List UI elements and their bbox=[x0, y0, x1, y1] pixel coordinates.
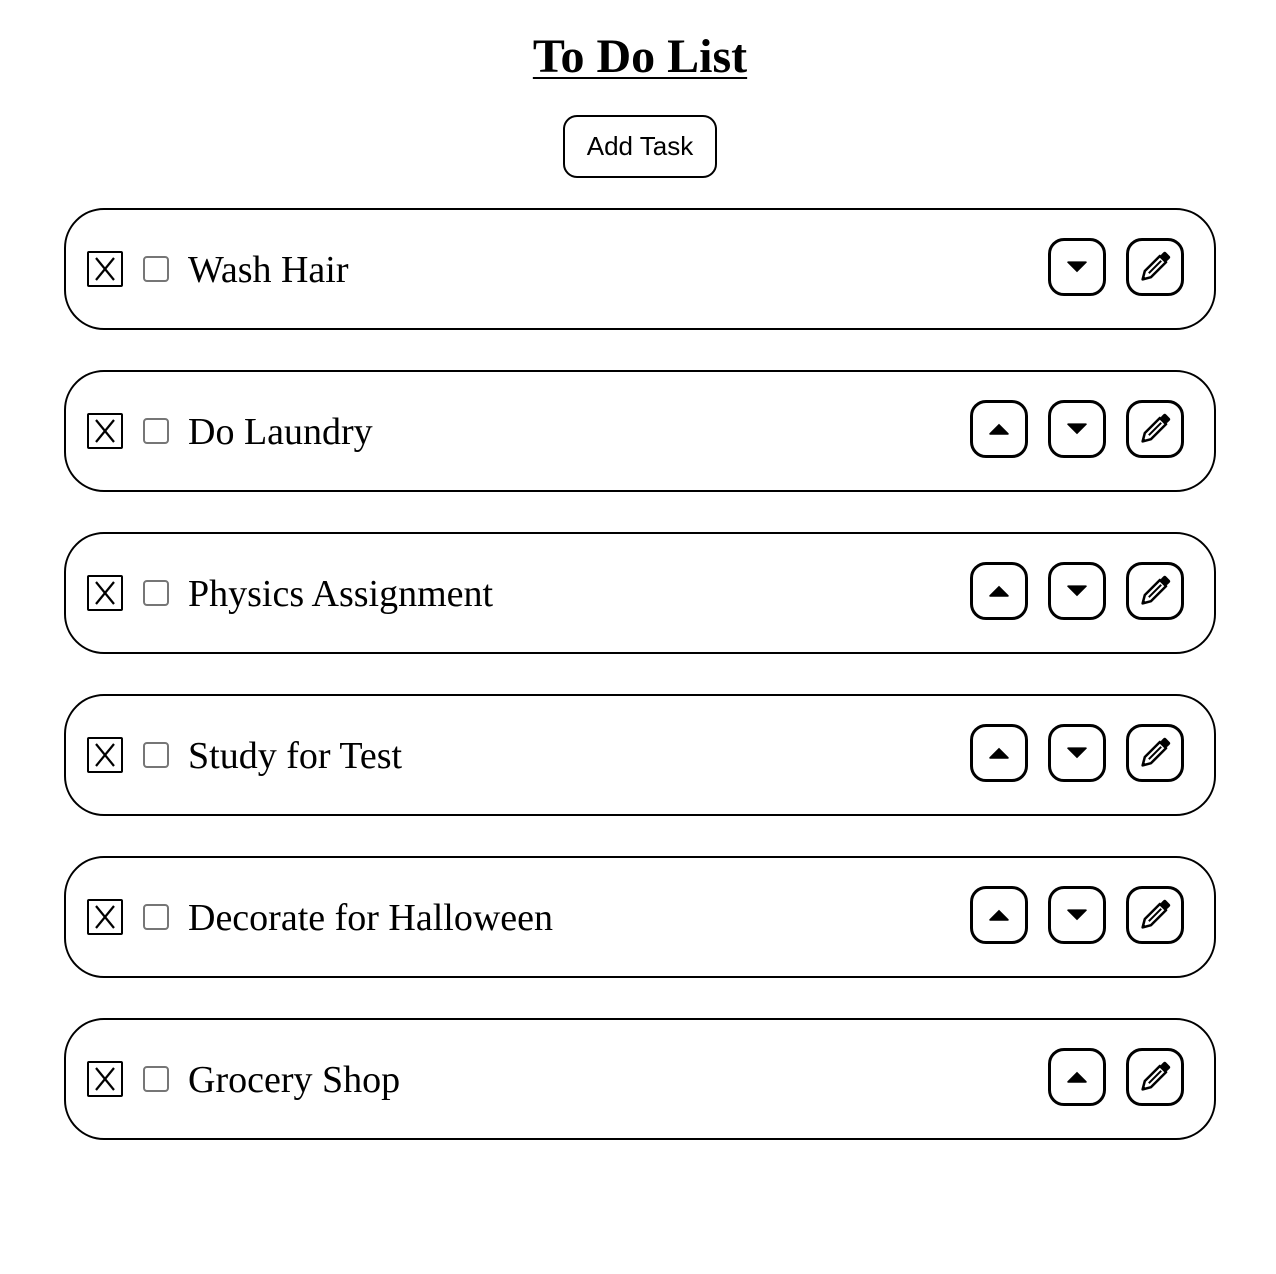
close-icon bbox=[95, 257, 115, 281]
move-up-button[interactable] bbox=[970, 724, 1028, 782]
pencil-icon bbox=[1141, 413, 1171, 443]
add-task-button[interactable]: Add Task bbox=[563, 115, 717, 178]
move-up-button[interactable] bbox=[1048, 1048, 1106, 1106]
task-done-checkbox[interactable] bbox=[143, 580, 169, 606]
edit-task-button[interactable] bbox=[1126, 400, 1184, 458]
caret-up-icon bbox=[989, 423, 1009, 435]
task-label: Physics Assignment bbox=[188, 573, 494, 615]
move-down-button[interactable] bbox=[1048, 562, 1106, 620]
move-down-button[interactable] bbox=[1048, 886, 1106, 944]
caret-down-icon bbox=[1067, 423, 1087, 435]
delete-task-button[interactable] bbox=[87, 899, 123, 935]
pencil-icon bbox=[1141, 575, 1171, 605]
task-card: Do Laundry bbox=[64, 370, 1216, 492]
pencil-icon bbox=[1141, 737, 1171, 767]
caret-down-icon bbox=[1067, 909, 1087, 921]
task-actions bbox=[970, 562, 1184, 620]
task-done-checkbox[interactable] bbox=[143, 742, 169, 768]
task-actions bbox=[970, 886, 1184, 944]
caret-up-icon bbox=[989, 585, 1009, 597]
task-done-checkbox[interactable] bbox=[143, 256, 169, 282]
task-label: Wash Hair bbox=[188, 249, 349, 291]
edit-task-button[interactable] bbox=[1126, 724, 1184, 782]
task-card: Decorate for Halloween bbox=[64, 856, 1216, 978]
pencil-icon bbox=[1141, 899, 1171, 929]
edit-task-button[interactable] bbox=[1126, 562, 1184, 620]
delete-task-button[interactable] bbox=[87, 575, 123, 611]
task-done-checkbox[interactable] bbox=[143, 1066, 169, 1092]
caret-up-icon bbox=[989, 747, 1009, 759]
delete-task-button[interactable] bbox=[87, 413, 123, 449]
move-down-button[interactable] bbox=[1048, 400, 1106, 458]
caret-down-icon bbox=[1067, 261, 1087, 273]
close-icon bbox=[95, 905, 115, 929]
close-icon bbox=[95, 743, 115, 767]
close-icon bbox=[95, 1067, 115, 1091]
pencil-icon bbox=[1141, 1061, 1171, 1091]
task-card: Physics Assignment bbox=[64, 532, 1216, 654]
edit-task-button[interactable] bbox=[1126, 1048, 1184, 1106]
task-card: Wash Hair bbox=[64, 208, 1216, 330]
task-label: Do Laundry bbox=[188, 411, 373, 453]
close-icon bbox=[95, 581, 115, 605]
move-down-button[interactable] bbox=[1048, 724, 1106, 782]
delete-task-button[interactable] bbox=[87, 737, 123, 773]
task-actions bbox=[970, 400, 1184, 458]
caret-down-icon bbox=[1067, 747, 1087, 759]
delete-task-button[interactable] bbox=[87, 251, 123, 287]
task-done-checkbox[interactable] bbox=[143, 418, 169, 444]
move-up-button[interactable] bbox=[970, 562, 1028, 620]
move-up-button[interactable] bbox=[970, 400, 1028, 458]
task-actions bbox=[1048, 238, 1184, 296]
delete-task-button[interactable] bbox=[87, 1061, 123, 1097]
close-icon bbox=[95, 419, 115, 443]
task-card: Grocery Shop bbox=[64, 1018, 1216, 1140]
move-up-button[interactable] bbox=[970, 886, 1028, 944]
task-list: Wash Hair Do Laundry Physics Assignment bbox=[64, 208, 1216, 1180]
task-card: Study for Test bbox=[64, 694, 1216, 816]
move-down-button[interactable] bbox=[1048, 238, 1106, 296]
caret-down-icon bbox=[1067, 585, 1087, 597]
task-actions bbox=[1048, 1048, 1184, 1106]
task-label: Decorate for Halloween bbox=[188, 897, 554, 939]
pencil-icon bbox=[1141, 251, 1171, 281]
caret-up-icon bbox=[1067, 1071, 1087, 1083]
edit-task-button[interactable] bbox=[1126, 886, 1184, 944]
edit-task-button[interactable] bbox=[1126, 238, 1184, 296]
task-actions bbox=[970, 724, 1184, 782]
task-label: Study for Test bbox=[188, 735, 403, 777]
task-done-checkbox[interactable] bbox=[143, 904, 169, 930]
caret-up-icon bbox=[989, 909, 1009, 921]
task-label: Grocery Shop bbox=[188, 1059, 401, 1101]
page-title: To Do List bbox=[532, 30, 748, 83]
